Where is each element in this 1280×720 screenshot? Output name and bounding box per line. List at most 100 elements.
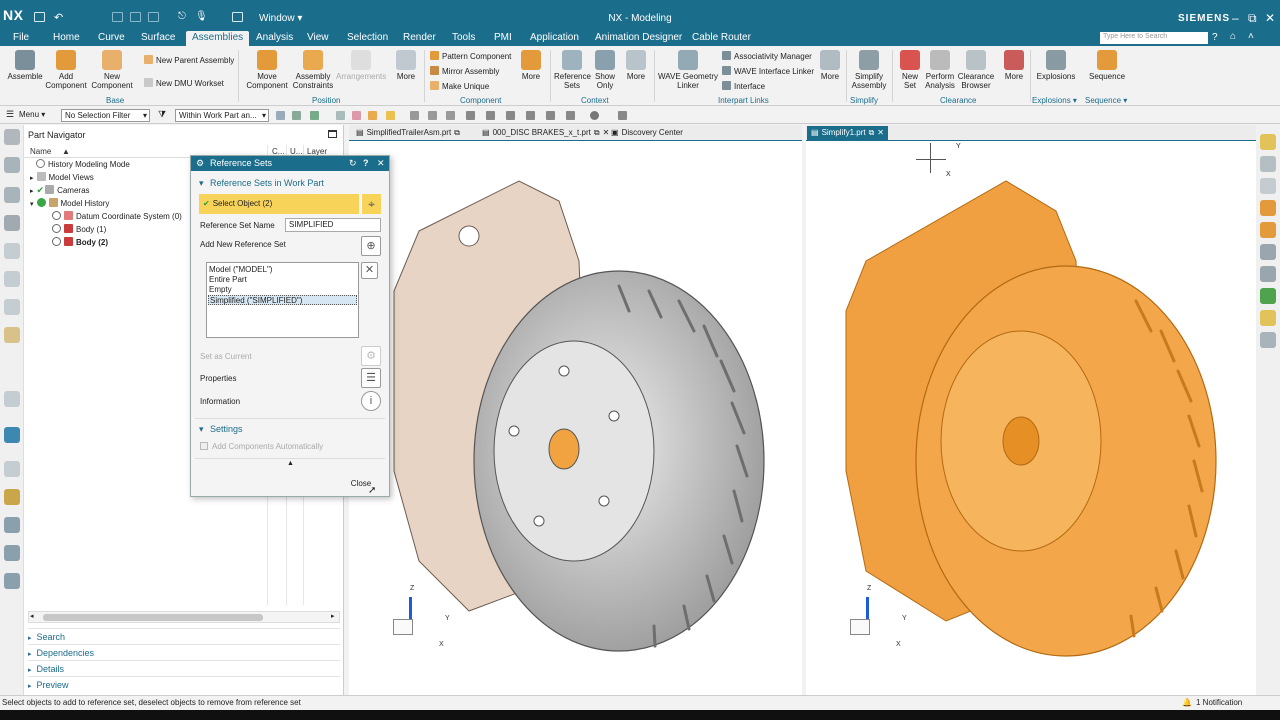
dialog-close-icon[interactable]: ✕ xyxy=(377,156,385,171)
menu-surface[interactable]: Surface xyxy=(141,32,175,43)
expand-icon[interactable]: ▸ xyxy=(30,175,34,182)
visibility-eye-icon[interactable] xyxy=(52,224,61,233)
add-reference-set-button[interactable]: ⊕ xyxy=(361,236,381,256)
view-tool-icon[interactable] xyxy=(1260,222,1276,238)
menu-assemblies[interactable]: Assemblies xyxy=(186,31,250,46)
hd3d-tools-icon[interactable] xyxy=(4,299,20,315)
menu-render[interactable]: Render xyxy=(403,32,436,43)
arrangements-button[interactable]: Arrangements xyxy=(336,50,386,81)
dialog-header[interactable]: ⚙ Reference Sets ↻ ? ✕ xyxy=(191,156,389,171)
system-scenes-icon[interactable] xyxy=(4,461,20,477)
new-component-button[interactable]: New Component xyxy=(90,50,134,90)
view-tool-icon[interactable] xyxy=(410,111,419,120)
section-reference-sets[interactable]: Reference Sets in Work Part xyxy=(210,178,324,188)
snap-tool-icon[interactable] xyxy=(336,111,345,120)
more-position-button[interactable]: More xyxy=(392,50,420,81)
section-details[interactable]: ▸ Details xyxy=(28,660,340,675)
horizontal-scrollbar[interactable]: ◂ ▸ xyxy=(28,611,340,623)
tab-disc-brakes[interactable]: ▤ 000_DISC BRAKES_x_t.prt ⧉ ✕ xyxy=(478,126,613,140)
tree-item-cameras[interactable]: ▸ ✔ Cameras xyxy=(30,184,90,197)
crosshair-icon[interactable]: ⌖ xyxy=(361,194,381,214)
reference-sets-button[interactable]: Reference Sets xyxy=(554,50,591,90)
process-studio-icon[interactable] xyxy=(4,391,20,407)
add-components-checkbox[interactable] xyxy=(200,442,208,450)
minimize-icon[interactable]: – xyxy=(1232,12,1239,24)
select-tool-icon[interactable] xyxy=(310,111,319,120)
wave-interface-linker-button[interactable]: WAVE Interface Linker xyxy=(722,66,814,77)
column-name[interactable]: Name xyxy=(30,147,51,156)
snap-tool-icon[interactable] xyxy=(352,111,361,120)
mirror-assembly-button[interactable]: Mirror Assembly xyxy=(430,66,499,77)
simplify-assembly-button[interactable]: Simplify Assembly xyxy=(850,50,888,90)
notification-count[interactable]: 1 Notification xyxy=(1196,696,1242,710)
section-settings[interactable]: Settings xyxy=(210,424,243,434)
home-icon[interactable]: ⌂ xyxy=(1230,31,1236,42)
sequence-button[interactable]: Sequence xyxy=(1086,50,1128,81)
select-object-row[interactable]: ✔ Select Object (2) xyxy=(199,194,359,214)
associativity-manager-button[interactable]: Associativity Manager xyxy=(722,51,812,62)
menu-hamburger-icon[interactable]: ☰ xyxy=(6,109,14,120)
menu-curve[interactable]: Curve xyxy=(98,32,125,43)
tree-item-body-2[interactable]: Body (2) xyxy=(52,236,108,249)
assembly-constraints-button[interactable]: Assembly Constraints xyxy=(290,50,336,90)
menu-pmi[interactable]: PMI xyxy=(494,32,512,43)
section-collapse-icon[interactable]: ▾ xyxy=(199,178,204,189)
make-unique-button[interactable]: Make Unique xyxy=(430,81,489,92)
tree-item-model-history[interactable]: ▾ Model History xyxy=(30,197,109,210)
view-tool-icon[interactable] xyxy=(466,111,475,120)
section-dependencies[interactable]: ▸ Dependencies xyxy=(28,644,340,659)
group-sequence[interactable]: Sequence ▾ xyxy=(1085,96,1127,105)
restore-icon[interactable]: ⧉ xyxy=(1248,12,1257,24)
tab-discovery-center[interactable]: ▣ Discovery Center xyxy=(607,126,687,140)
view-tool-icon[interactable] xyxy=(618,111,627,120)
new-dmu-workset-button[interactable]: New DMU Workset xyxy=(144,78,224,89)
section-preview[interactable]: ▸ Preview xyxy=(28,676,340,691)
view-tool-icon[interactable] xyxy=(446,111,455,120)
view-tool-icon[interactable] xyxy=(1260,266,1276,282)
reuse-library-icon[interactable] xyxy=(4,243,20,259)
section-search[interactable]: ▸ Search xyxy=(28,628,340,643)
sort-up-icon[interactable]: ▲ xyxy=(62,147,70,156)
measure-icon[interactable] xyxy=(4,517,20,533)
selection-scope-dropdown[interactable]: Within Work Part an... xyxy=(175,109,269,122)
snap-tool-icon[interactable] xyxy=(368,111,377,120)
rotate-icon[interactable] xyxy=(1260,178,1276,194)
list-item-selected[interactable]: Simplified ("SIMPLIFIED") xyxy=(208,295,357,305)
view-tool-icon[interactable] xyxy=(1260,310,1276,326)
tab-pin-icon[interactable]: ⧉ xyxy=(869,128,875,137)
group-explosions[interactable]: Explosions ▾ xyxy=(1032,96,1077,105)
scroll-left-icon[interactable]: ◂ xyxy=(30,612,34,620)
checkmark-icon[interactable]: ✔ xyxy=(37,185,45,195)
tree-item-body-1[interactable]: Body (1) xyxy=(52,223,106,236)
interface-button[interactable]: Interface xyxy=(722,81,765,92)
render-style-icon[interactable] xyxy=(590,111,599,120)
collapse-icon[interactable]: ▾ xyxy=(30,201,34,208)
set-as-current-button[interactable]: ⚙ xyxy=(361,346,381,366)
menu-application[interactable]: Application xyxy=(530,32,579,43)
expand-icon[interactable]: ▸ xyxy=(30,188,34,195)
command-search-input[interactable]: Type Here to Search xyxy=(1100,32,1208,44)
collapse-dialog-icon[interactable]: ▲ xyxy=(287,460,294,467)
menu-selection[interactable]: Selection xyxy=(347,32,388,43)
part-navigator-icon[interactable] xyxy=(4,215,20,231)
properties-button[interactable]: ☰ xyxy=(361,368,381,388)
tab-close-icon[interactable]: ✕ xyxy=(877,128,884,137)
wave-geometry-linker-button[interactable]: WAVE Geometry Linker xyxy=(658,50,718,90)
scroll-right-icon[interactable]: ▸ xyxy=(331,612,335,620)
graphics-window-right[interactable]: Y X Z Y X xyxy=(806,141,1256,695)
view-tool-icon[interactable] xyxy=(506,111,515,120)
history-icon[interactable] xyxy=(4,271,20,287)
filter-icon[interactable]: ⧩ xyxy=(158,109,166,120)
more-interpart-button[interactable]: More xyxy=(816,50,844,81)
roles-icon[interactable] xyxy=(4,427,20,443)
menu-cable-router[interactable]: Cable Router xyxy=(692,32,751,43)
delete-reference-set-button[interactable]: ✕ xyxy=(361,262,378,279)
select-tool-icon[interactable] xyxy=(292,111,301,120)
list-item[interactable]: Model ("MODEL") xyxy=(208,265,357,275)
help-icon[interactable]: ? xyxy=(1212,32,1218,43)
visibility-eye-icon[interactable] xyxy=(52,211,61,220)
view-tool-icon[interactable] xyxy=(526,111,535,120)
assembly-navigator-icon[interactable] xyxy=(4,157,20,173)
graphics-window-left[interactable]: Z Y X xyxy=(349,141,802,695)
tab-pin-icon[interactable]: ⧉ xyxy=(454,128,460,137)
